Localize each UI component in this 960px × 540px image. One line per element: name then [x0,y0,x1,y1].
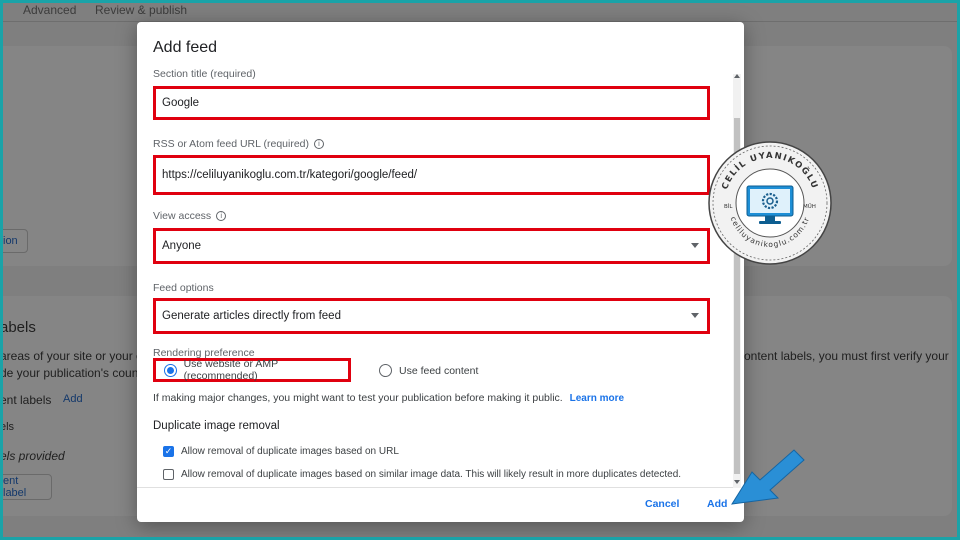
duplicate-url-label: Allow removal of duplicate images based … [181,446,399,457]
background-partial-button[interactable]: ion [0,229,28,253]
background-tab-bar: Advanced Review & publish [0,0,960,22]
section-title-input[interactable]: Google [153,86,710,120]
add-button[interactable]: Add [707,498,727,510]
background-labels-item: els [0,421,15,433]
feed-options-value: Generate articles directly from feed [162,310,341,322]
background-content-label-button[interactable]: ent label [0,474,52,500]
background-labels-heading: abels [0,319,36,336]
scroll-up-icon[interactable] [734,74,740,78]
rendering-option-amp-label: Use website or AMP (recommended) [183,358,278,382]
duplicate-similar-option[interactable]: Allow removal of duplicate images based … [163,469,681,480]
checkbox-unchecked-icon[interactable] [163,469,174,480]
background-desc-line-2: de your publication's country [0,366,152,380]
feed-url-label: RSS or Atom feed URL (required) i [153,138,325,150]
background-content-labels: ent labels [0,393,52,407]
radio-selected-icon[interactable] [164,363,177,377]
rendering-option-feed[interactable]: Use feed content [379,364,478,377]
feed-url-value: https://celiluyanikoglu.com.tr/kategori/… [162,169,418,181]
background-desc-line-1: areas of your site or your ent [0,349,153,363]
tab-advanced[interactable]: Advanced [23,3,76,17]
checkbox-checked-icon[interactable]: ✓ [163,446,174,457]
rendering-option-amp[interactable]: Use website or AMP (recommended) [153,358,351,382]
chevron-down-icon [691,243,699,248]
tab-review-publish[interactable]: Review & publish [95,3,187,17]
test-publication-hint: If making major changes, you might want … [153,392,625,404]
section-title-label: Section title (required) [153,68,256,80]
watermark-stamp: CELİL UYANIKOĞLU celiluyanikoglu.com.tr … [708,141,832,265]
info-icon[interactable]: i [216,211,227,221]
background-labels-provided: els provided [0,449,65,463]
feed-options-label: Feed options [153,282,214,294]
add-feed-dialog: Add feed Section title (required) Google… [137,22,744,522]
feed-options-select[interactable]: Generate articles directly from feed [153,298,710,334]
duplicate-similar-label: Allow removal of duplicate images based … [181,469,682,480]
cancel-button[interactable]: Cancel [645,498,679,510]
view-access-label: View access i [153,210,227,222]
duplicate-removal-heading: Duplicate image removal [153,420,280,432]
learn-more-link[interactable]: Learn more [570,393,624,404]
stamp-left: BİL [724,203,733,210]
stamp-right: MÜH [803,203,816,210]
view-access-select[interactable]: Anyone [153,228,710,264]
info-icon[interactable]: i [314,139,325,149]
background-add-link[interactable]: Add [63,393,83,405]
rendering-option-feed-label: Use feed content [399,364,479,377]
feed-url-input[interactable]: https://celiluyanikoglu.com.tr/kategori/… [153,155,710,195]
pointer-arrow-icon [731,449,805,505]
section-title-value: Google [162,97,200,109]
chevron-down-icon [691,313,699,318]
view-access-value: Anyone [162,240,202,252]
radio-unselected-icon[interactable] [379,364,392,377]
duplicate-url-option[interactable]: ✓ Allow removal of duplicate images base… [163,446,399,457]
footer-divider [137,487,733,488]
background-right-text-1: content labels, you must first verify yo… [738,349,949,363]
dialog-title: Add feed [153,39,218,56]
